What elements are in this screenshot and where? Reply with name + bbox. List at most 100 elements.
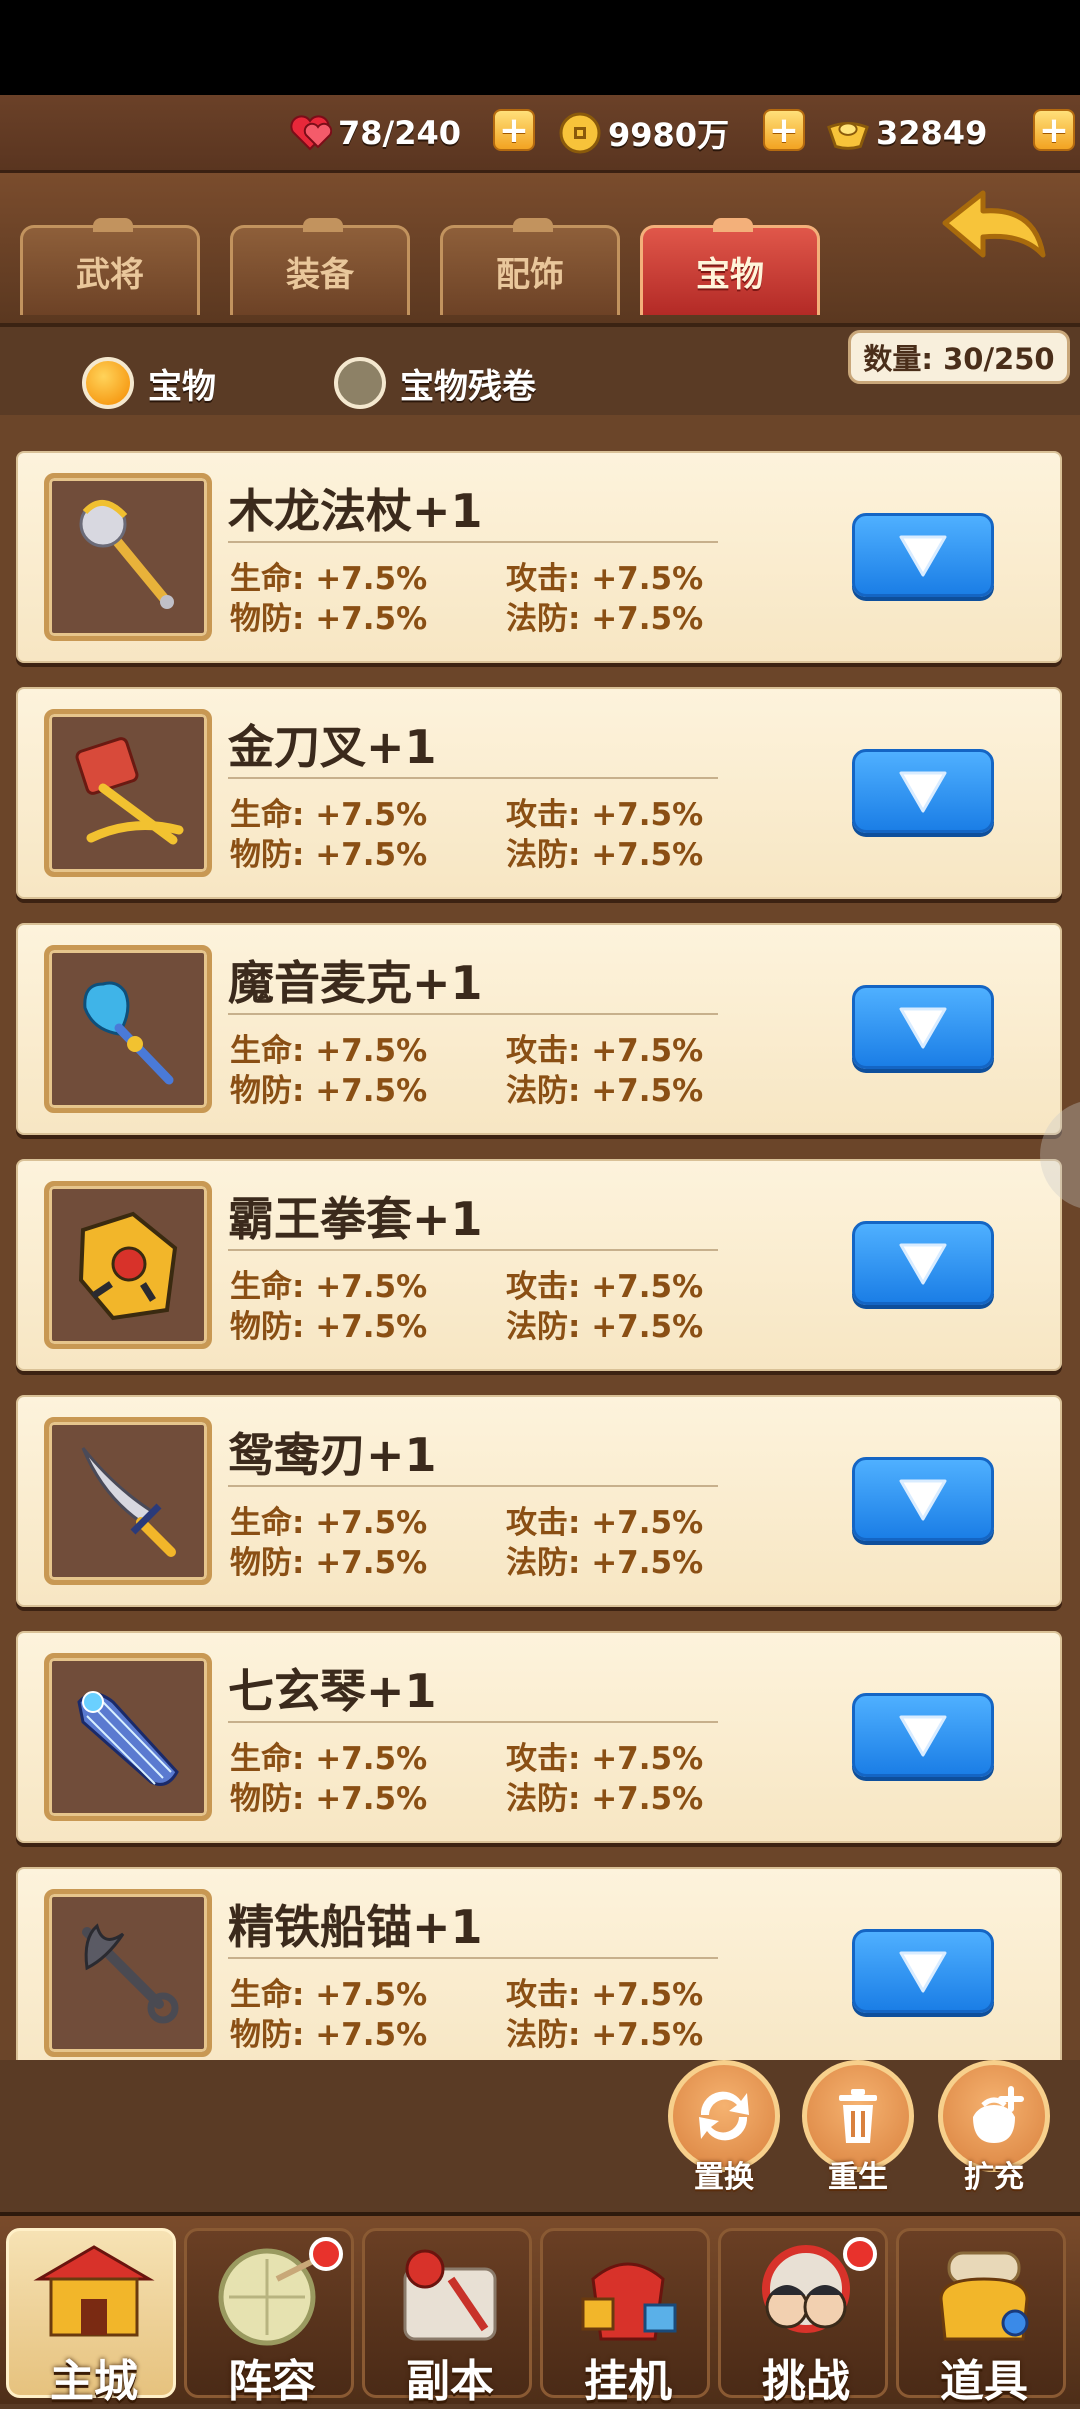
expand-button[interactable] xyxy=(852,985,994,1069)
stat-phys-def: 物防: +7.5% xyxy=(230,601,428,637)
treasure-card[interactable]: 魔音麦克+1 生命: +7.5% 攻击: +7.5% 物防: +7.5% 法防:… xyxy=(16,923,1062,1135)
ingot-resource: 32849 xyxy=(826,105,987,161)
tab-label: 武将 xyxy=(76,255,144,295)
stat-magic-def: 法防: +7.5% xyxy=(506,1309,704,1345)
item-name: 木龙法杖+1 xyxy=(228,484,483,538)
stat-attack: 攻击: +7.5% xyxy=(506,1977,704,2013)
rebirth-button[interactable]: 重生 xyxy=(798,2060,918,2195)
expand-button[interactable] xyxy=(852,1929,994,2013)
nav-idle[interactable]: 挂机 xyxy=(540,2228,710,2407)
ingot-value: 32849 xyxy=(876,114,988,152)
stat-phys-def: 物防: +7.5% xyxy=(230,1309,428,1345)
add-ingot-button[interactable]: + xyxy=(1033,109,1075,151)
stat-hp: 生命: +7.5% xyxy=(230,1505,428,1541)
treasure-card[interactable]: 金刀叉+1 生命: +7.5% 攻击: +7.5% 物防: +7.5% 法防: … xyxy=(16,687,1062,899)
filter-treasure-radio[interactable]: 宝物 xyxy=(82,357,216,409)
swap-button[interactable]: 置换 xyxy=(664,2060,784,2195)
tab-crest xyxy=(93,218,133,232)
tab-header: 武将 装备 配饰 宝物 xyxy=(0,173,1080,323)
action-label: 重生 xyxy=(828,2160,888,2195)
nav-lineup[interactable]: 阵容 xyxy=(184,2228,354,2407)
expand-button[interactable] xyxy=(852,513,994,597)
name-divider xyxy=(228,1721,718,1723)
add-gold-button[interactable]: + xyxy=(763,109,805,151)
nav-main-city[interactable]: 主城 xyxy=(6,2228,176,2407)
radio-unselected-indicator xyxy=(334,357,386,409)
filter-label: 宝物 xyxy=(148,366,216,407)
nav-items[interactable]: 道具 xyxy=(896,2228,1066,2407)
name-divider xyxy=(228,1957,718,1959)
treasure-card[interactable]: 鸳鸯刃+1 生命: +7.5% 攻击: +7.5% 物防: +7.5% 法防: … xyxy=(16,1395,1062,1607)
tab-crest xyxy=(303,218,343,232)
stat-hp: 生命: +7.5% xyxy=(230,1977,428,2013)
nav-challenge[interactable]: 挑战 xyxy=(718,2228,888,2407)
add-stamina-button[interactable]: + xyxy=(493,109,535,151)
item-name: 霸王拳套+1 xyxy=(228,1192,483,1246)
chevron-down-icon xyxy=(899,1715,947,1757)
item-name: 金刀叉+1 xyxy=(228,720,437,774)
expand-button[interactable] xyxy=(852,1221,994,1305)
treasure-card[interactable]: 七玄琴+1 生命: +7.5% 攻击: +7.5% 物防: +7.5% 法防: … xyxy=(16,1631,1062,1843)
expand-button[interactable] xyxy=(852,1693,994,1777)
treasure-card[interactable]: 精铁船锚+1 生命: +7.5% 攻击: +7.5% 物防: +7.5% 法防:… xyxy=(16,1867,1062,2060)
status-bar xyxy=(0,0,1080,95)
item-name: 鸳鸯刃+1 xyxy=(228,1428,437,1482)
main-city-icon xyxy=(29,2239,159,2349)
treasure-card[interactable]: 木龙法杖+1 生命: +7.5% 攻击: +7.5% 物防: +7.5% 法防:… xyxy=(16,451,1062,663)
nav-dungeon[interactable]: 副本 xyxy=(362,2228,532,2407)
name-divider xyxy=(228,1485,718,1487)
expand-button[interactable] xyxy=(852,749,994,833)
stat-magic-def: 法防: +7.5% xyxy=(506,1073,704,1109)
treasure-card[interactable]: 霸王拳套+1 生命: +7.5% 攻击: +7.5% 物防: +7.5% 法防:… xyxy=(16,1159,1062,1371)
resource-bar: 78/240 + 9980万 + 32849 + xyxy=(0,95,1080,173)
item-name: 魔音麦克+1 xyxy=(228,956,483,1010)
tab-treasures[interactable]: 宝物 xyxy=(640,218,820,315)
name-divider xyxy=(228,1249,718,1251)
nav-label: 挂机 xyxy=(584,2356,672,2407)
stat-attack: 攻击: +7.5% xyxy=(506,1033,704,1069)
bottom-navigation: 主城 阵容 副本 挂机 挑战 道具 xyxy=(0,2212,1080,2407)
tab-label: 装备 xyxy=(286,255,354,295)
inventory-count-badge: 数量: 30/250 xyxy=(848,330,1070,384)
stat-hp: 生命: +7.5% xyxy=(230,1741,428,1777)
idle-icon xyxy=(563,2239,693,2349)
stat-attack: 攻击: +7.5% xyxy=(506,1269,704,1305)
radio-selected-indicator xyxy=(82,357,134,409)
tab-crest xyxy=(513,218,553,232)
item-name: 精铁船锚+1 xyxy=(228,1900,483,1954)
stat-attack: 攻击: +7.5% xyxy=(506,1741,704,1777)
tab-accessories[interactable]: 配饰 xyxy=(440,218,620,315)
chevron-down-icon xyxy=(899,535,947,577)
stat-phys-def: 物防: +7.5% xyxy=(230,1545,428,1581)
stat-phys-def: 物防: +7.5% xyxy=(230,1781,428,1817)
name-divider xyxy=(228,1013,718,1015)
tab-crest xyxy=(713,218,753,232)
stat-phys-def: 物防: +7.5% xyxy=(230,1073,428,1109)
tab-label: 宝物 xyxy=(696,255,764,295)
back-button[interactable] xyxy=(935,185,1050,275)
golden-fork-knife-icon xyxy=(44,709,212,877)
overlord-gauntlet-icon xyxy=(44,1181,212,1349)
treasure-list[interactable]: 木龙法杖+1 生命: +7.5% 攻击: +7.5% 物防: +7.5% 法防:… xyxy=(0,415,1080,2060)
stat-attack: 攻击: +7.5% xyxy=(506,1505,704,1541)
filter-fragment-radio[interactable]: 宝物残卷 xyxy=(334,357,536,409)
chevron-down-icon xyxy=(899,1007,947,1049)
stat-magic-def: 法防: +7.5% xyxy=(506,2017,704,2053)
iron-anchor-icon xyxy=(44,1889,212,2057)
dungeon-icon xyxy=(385,2239,515,2349)
gold-coin-icon xyxy=(558,111,602,155)
stamina-resource: 78/240 xyxy=(288,105,461,161)
stat-magic-def: 法防: +7.5% xyxy=(506,837,704,873)
filter-label: 宝物残卷 xyxy=(400,366,536,407)
tab-generals[interactable]: 武将 xyxy=(20,218,200,315)
tab-label: 配饰 xyxy=(496,255,564,295)
expand-inventory-button[interactable]: 扩充 xyxy=(934,2060,1054,2195)
expand-button[interactable] xyxy=(852,1457,994,1541)
back-arrow-icon xyxy=(942,190,1046,258)
chevron-down-icon xyxy=(899,1243,947,1285)
nav-label: 道具 xyxy=(940,2356,1028,2407)
curved-blade-icon xyxy=(44,1417,212,1585)
tab-equipment[interactable]: 装备 xyxy=(230,218,410,315)
stat-attack: 攻击: +7.5% xyxy=(506,797,704,833)
stat-hp: 生命: +7.5% xyxy=(230,797,428,833)
